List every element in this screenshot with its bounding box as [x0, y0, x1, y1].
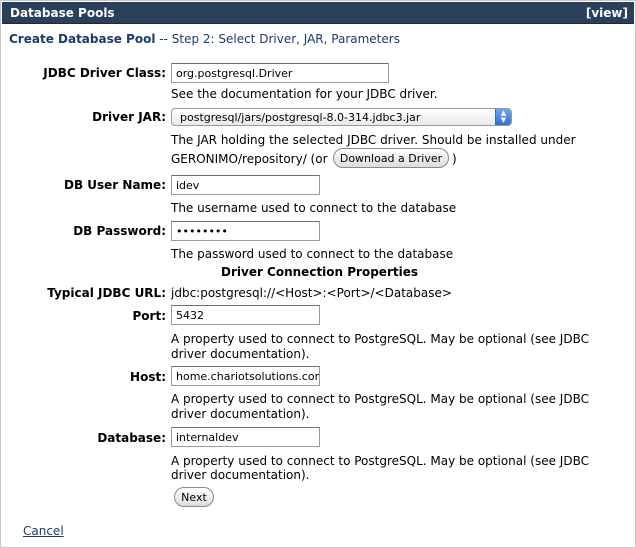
step-text: -- Step 2: Select Driver, JAR, Parameter… — [155, 32, 400, 46]
password-input[interactable]: •••••••• — [171, 221, 320, 241]
user-name-input[interactable]: idev — [171, 175, 320, 195]
host-label: Host: — [130, 370, 166, 384]
database-help-1: A property used to connect to PostgreSQL… — [171, 454, 589, 468]
driver-jar-selected: postgresql/jars/postgresql-8.0-314.jdbc3… — [180, 111, 421, 124]
port-help-1: A property used to connect to PostgreSQL… — [171, 332, 589, 346]
section-title: Driver Connection Properties — [221, 265, 418, 279]
driver-class-help: See the documentation for your JDBC driv… — [171, 87, 438, 101]
download-driver-button[interactable]: Download a Driver — [333, 148, 449, 168]
driver-class-label: JDBC Driver Class: — [43, 66, 166, 80]
driver-jar-help-2a: GERONIMO/repository/ (or — [171, 152, 328, 166]
password-label: DB Password: — [73, 224, 166, 238]
driver-jar-label: Driver JAR: — [92, 110, 166, 124]
next-button[interactable]: Next — [174, 487, 214, 507]
port-input[interactable]: 5432 — [171, 305, 320, 325]
host-help-2: driver documentation). — [171, 407, 310, 421]
page-heading: Create Database Pool -- Step 2: Select D… — [9, 32, 400, 46]
host-input[interactable]: home.chariotsolutions.com — [171, 366, 320, 386]
user-name-help: The username used to connect to the data… — [171, 201, 457, 215]
host-help-1: A property used to connect to PostgreSQL… — [171, 392, 589, 406]
driver-class-input[interactable]: org.postgresql.Driver — [171, 63, 389, 83]
user-name-label: DB User Name: — [64, 178, 166, 192]
typical-url-value: jdbc:postgresql://<Host>:<Port>/<Databas… — [171, 286, 452, 300]
panel-title: Database Pools — [10, 6, 115, 20]
view-link[interactable]: [view] — [586, 6, 628, 20]
create-pool-link[interactable]: Create Database Pool — [9, 32, 155, 46]
panel-titlebar: Database Pools [view] — [2, 2, 634, 24]
password-help: The password used to connect to the data… — [171, 247, 454, 261]
port-label: Port: — [132, 309, 167, 323]
driver-jar-help-1: The JAR holding the selected JDBC driver… — [171, 133, 576, 147]
driver-jar-select[interactable]: postgresql/jars/postgresql-8.0-314.jdbc3… — [171, 108, 512, 126]
cancel-link[interactable]: Cancel — [23, 524, 64, 538]
driver-jar-help-2b: ) — [452, 152, 457, 166]
database-input[interactable]: internaldev — [171, 427, 320, 447]
database-pools-panel: Database Pools [view] Create Database Po… — [0, 0, 636, 548]
database-help-2: driver documentation). — [171, 468, 310, 482]
database-label: Database: — [97, 431, 166, 445]
port-help-2: driver documentation). — [171, 347, 310, 361]
typical-url-label: Typical JDBC URL: — [47, 286, 166, 300]
select-arrows-icon: ▲ ▼ — [495, 109, 511, 125]
